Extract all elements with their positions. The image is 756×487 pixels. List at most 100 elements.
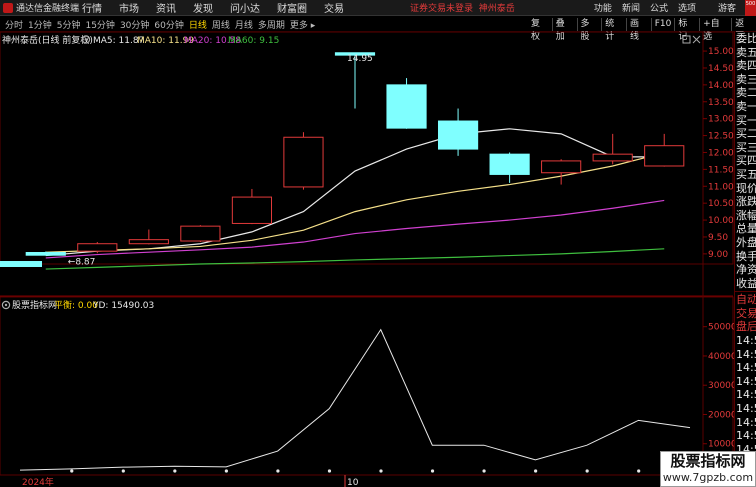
candle[interactable] <box>644 133 685 167</box>
side-row-label: 换手 <box>736 249 756 263</box>
menu-function[interactable]: 功能 <box>594 1 612 14</box>
price-tick-label: 11.50 <box>708 165 734 175</box>
candle-body <box>180 225 221 242</box>
candle[interactable] <box>128 229 169 245</box>
indicator-line <box>19 328 691 471</box>
candle[interactable] <box>283 132 324 190</box>
menu-news[interactable]: 资讯 <box>156 0 176 15</box>
candle-body <box>437 120 479 150</box>
period-more[interactable]: 更多 ▸ <box>290 18 315 31</box>
tool-f10[interactable]: F10 <box>650 17 675 31</box>
menu-market[interactable]: 市场 <box>119 0 139 15</box>
tool-mark[interactable]: 标记 <box>674 17 699 42</box>
chart-svg[interactable]: 神州泰岳(日线 前复权) MA5: 11.87 MA10: 11.99 MA20… <box>0 32 734 487</box>
app-icon <box>3 2 13 13</box>
price-tick-label: 15.00 <box>708 47 734 57</box>
close-panel-icon[interactable] <box>692 35 701 44</box>
right-menu: 功能 新闻 公式 选项 游客 <box>584 1 736 14</box>
year-label: 2024年 <box>22 476 54 487</box>
expand-icon[interactable] <box>682 35 691 44</box>
candle-body <box>592 153 633 162</box>
tool-overlay[interactable]: 叠加 <box>551 17 577 42</box>
price-tick-label: 12.50 <box>708 132 734 142</box>
indicator-dot <box>121 469 125 473</box>
menu-wealth[interactable]: 财富圈 <box>277 0 307 15</box>
current-price-marker <box>0 261 42 267</box>
side-row-label: 卖五 <box>736 45 756 59</box>
side-row-label: 买一 <box>736 113 756 127</box>
price-tick-label: 11.00 <box>708 182 734 192</box>
indicator-dot <box>585 469 589 473</box>
candle[interactable] <box>541 159 582 185</box>
tool-stats[interactable]: 统计 <box>601 17 626 42</box>
balance-label: 平衡: 0.00 <box>54 299 98 311</box>
candle[interactable] <box>592 133 633 165</box>
side-row-label: 涨跌 <box>736 195 756 209</box>
price-axis-ticks: 15.00 14.50 14.00 13.50 13.00 12.50 12.00 11.50… <box>703 47 734 260</box>
period-60min[interactable]: 60分钟 <box>154 18 183 31</box>
price-tick-label: 12.00 <box>708 148 734 158</box>
menu-quotes[interactable]: 行情 <box>82 0 102 15</box>
side-row-label: 买三 <box>736 140 756 154</box>
kline-panel-frame <box>0 32 734 265</box>
side-time: 14:56 <box>736 388 756 402</box>
tool-multi-stock[interactable]: 多股 <box>576 17 602 42</box>
period-weekly[interactable]: 周线 <box>212 18 230 31</box>
tool-adjust[interactable]: 复权 <box>528 18 552 42</box>
indicator-dot <box>482 469 486 473</box>
candle[interactable] <box>77 242 118 254</box>
side-rows-2: 自动 交易 盘后 <box>735 293 756 334</box>
period-15min[interactable]: 15分钟 <box>85 18 114 31</box>
tool-add-watchlist[interactable]: +自选 <box>699 17 731 42</box>
notice-text: 证券交易未登录 <box>410 4 474 14</box>
app-title: 通达信金融终端 <box>16 4 80 14</box>
yd-label: YD: 15490.03 <box>92 301 154 311</box>
period-5min[interactable]: 5分钟 <box>57 18 81 31</box>
candle-body <box>77 243 118 252</box>
login-notice[interactable]: 证券交易未登录 神州泰岳 <box>410 1 515 14</box>
high-price-label: 14.95 <box>347 54 373 64</box>
menu-news-right[interactable]: 新闻 <box>622 1 640 14</box>
indicator-settings-icon[interactable] <box>1 300 11 310</box>
tool-draw[interactable]: 画线 <box>626 17 651 42</box>
indicator-dot <box>276 469 280 473</box>
indicator-tick-label: 10000 <box>708 440 734 450</box>
side-row2-label: 盘后 <box>736 320 756 334</box>
candle[interactable] <box>386 78 427 129</box>
menu-ask[interactable]: 问小达 <box>230 0 260 15</box>
tool-back[interactable]: 返回 <box>731 17 756 42</box>
candle[interactable] <box>25 251 66 256</box>
price-tick-label: 13.00 <box>708 115 734 125</box>
indicator-dot <box>534 469 538 473</box>
menu-formula[interactable]: 公式 <box>650 1 668 14</box>
indicator-dot <box>173 469 177 473</box>
period-toolbar: 分时 1分钟 5分钟 15分钟 30分钟 60分钟 日线 周线 月线 多周期 更… <box>0 17 756 42</box>
indicator-name-label: 股票指标网 <box>12 299 57 311</box>
indicator-dot <box>430 469 435 473</box>
menu-options[interactable]: 选项 <box>678 1 696 14</box>
site-watermark: 股票指标网 www.7gpzb.com <box>660 451 756 487</box>
side-row-label: 涨幅 <box>736 208 756 222</box>
chart-area[interactable]: 神州泰岳(日线 前复权) MA5: 11.87 MA10: 11.99 MA20… <box>0 32 734 487</box>
ma-line-ma60 <box>45 248 665 270</box>
side-row-label: 净资 <box>736 263 756 277</box>
period-more-label: 更多 <box>289 20 308 31</box>
candle[interactable] <box>180 225 221 243</box>
candles <box>25 52 685 256</box>
candle[interactable] <box>231 188 273 225</box>
period-monthly[interactable]: 月线 <box>235 18 253 31</box>
period-multi[interactable]: 多周期 <box>258 18 285 31</box>
price-tick-label: 10.50 <box>708 199 734 209</box>
period-daily[interactable]: 日线 <box>189 18 207 31</box>
period-30min[interactable]: 30分钟 <box>120 18 149 31</box>
guest-login[interactable]: 游客 <box>718 1 736 14</box>
candle[interactable] <box>489 152 530 183</box>
menu-discover[interactable]: 发现 <box>193 0 213 15</box>
menu-trade[interactable]: 交易 <box>324 0 344 15</box>
period-1min[interactable]: 1分钟 <box>28 18 52 31</box>
side-separator <box>735 291 756 293</box>
period-tick[interactable]: 分时 <box>5 18 23 31</box>
low-price-label: ←8.87 <box>68 257 96 267</box>
candle[interactable] <box>437 108 479 156</box>
side-row-label: 卖一 <box>736 99 756 113</box>
